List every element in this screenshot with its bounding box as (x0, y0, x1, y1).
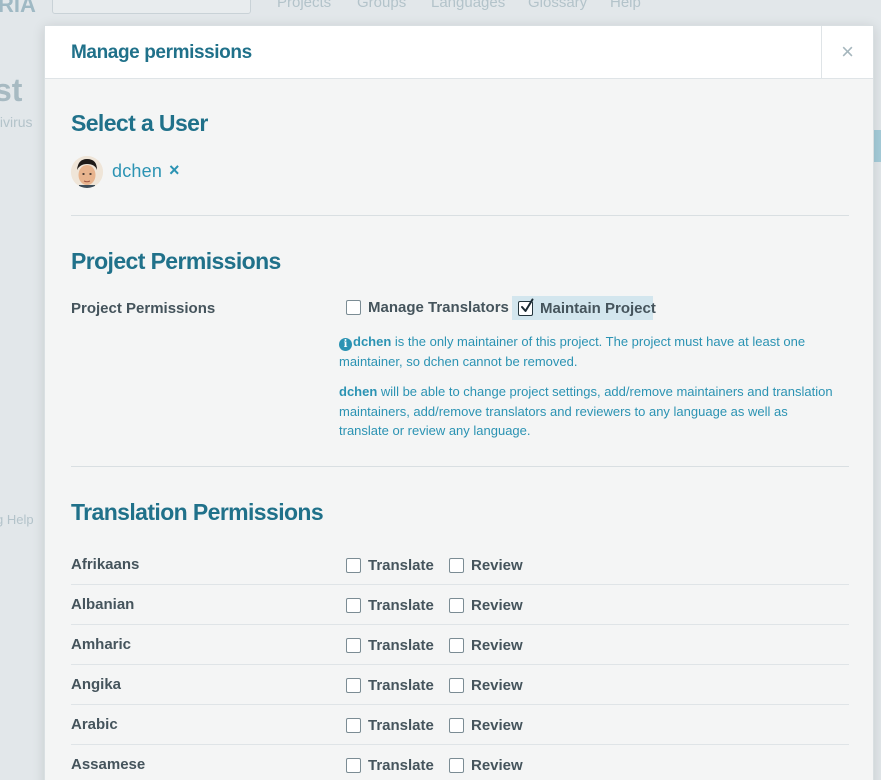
language-name: Afrikaans (71, 556, 140, 573)
background-nav-help: Help (610, 0, 641, 11)
review-checkbox[interactable] (449, 557, 464, 573)
language-row: Arabic Translate Review (71, 705, 849, 745)
only-maintainer-note: i dchen is the only maintainer of this pr… (339, 332, 839, 371)
translate-option[interactable]: Translate (346, 674, 434, 696)
manage-translators-label: Manage Translators (368, 298, 509, 316)
translate-label: Translate (368, 596, 434, 614)
language-row: Albanian Translate Review (71, 585, 849, 625)
review-label: Review (471, 556, 523, 574)
background-page-title: st (0, 72, 23, 108)
review-checkbox[interactable] (449, 597, 464, 613)
translate-checkbox[interactable] (346, 677, 361, 693)
background-search-input (52, 0, 251, 14)
background-nav-languages: Languages (431, 0, 506, 11)
language-row: Angika Translate Review (71, 665, 849, 705)
background-page-subtitle: tivirus (0, 114, 33, 130)
translate-checkbox[interactable] (346, 637, 361, 653)
language-name: Albanian (71, 596, 135, 613)
review-option[interactable]: Review (449, 754, 523, 776)
background-nav-projects: Projects (277, 0, 332, 11)
translate-label: Translate (368, 636, 434, 654)
language-row: Afrikaans Translate Review (71, 545, 849, 585)
note-user-name: dchen (353, 334, 392, 349)
language-name: Assamese (71, 756, 146, 773)
review-option[interactable]: Review (449, 634, 523, 656)
manage-translators-option[interactable]: Manage Translators (346, 296, 509, 318)
divider (71, 466, 849, 467)
manage-translators-checkbox[interactable] (346, 299, 361, 315)
translate-checkbox[interactable] (346, 557, 361, 573)
review-checkbox[interactable] (449, 677, 464, 693)
close-icon[interactable]: × (821, 26, 873, 78)
review-option[interactable]: Review (449, 594, 523, 616)
review-option[interactable]: Review (449, 674, 523, 696)
translate-checkbox[interactable] (346, 597, 361, 613)
background-accent-bar (874, 130, 881, 162)
review-label: Review (471, 716, 523, 734)
translate-option[interactable]: Translate (346, 634, 434, 656)
language-name: Angika (71, 676, 122, 693)
translate-option[interactable]: Translate (346, 594, 434, 616)
user-name[interactable]: dchen (112, 161, 162, 182)
background-logo: RIA (0, 0, 36, 17)
background-footer-text: g Help (0, 512, 34, 527)
maintain-project-option[interactable]: Maintain Project (512, 296, 656, 320)
language-row: Assamese Translate Review (71, 745, 849, 780)
project-permissions-heading: Project Permissions (71, 248, 281, 274)
review-checkbox[interactable] (449, 757, 464, 773)
translate-option[interactable]: Translate (346, 554, 434, 576)
translate-checkbox[interactable] (346, 717, 361, 733)
translate-label: Translate (368, 556, 434, 574)
translation-permissions-heading: Translation Permissions (71, 499, 324, 525)
review-label: Review (471, 596, 523, 614)
translate-label: Translate (368, 676, 434, 694)
background-nav-groups: Groups (357, 0, 407, 11)
divider (71, 215, 849, 216)
translate-label: Translate (368, 756, 434, 774)
review-label: Review (471, 676, 523, 694)
note-text: will be able to change project settings,… (339, 384, 833, 438)
translate-option[interactable]: Translate (346, 714, 434, 736)
review-option[interactable]: Review (449, 554, 523, 576)
background-nav-glossary: Glossary (528, 0, 588, 11)
modal-title: Manage permissions (71, 42, 252, 63)
maintainer-capabilities-note: dchen will be able to change project set… (339, 382, 839, 441)
review-label: Review (471, 636, 523, 654)
language-name: Amharic (71, 636, 132, 653)
remove-user-icon[interactable]: × (169, 160, 180, 181)
manage-permissions-modal: Manage permissions × Select a User dchen… (44, 25, 874, 780)
review-label: Review (471, 756, 523, 774)
info-icon: i (339, 338, 352, 351)
user-avatar (71, 156, 103, 188)
select-user-heading: Select a User (71, 110, 208, 136)
background-navbar: RIA Projects Groups Languages Glossary H… (0, 0, 881, 20)
modal-header: Manage permissions × (45, 26, 873, 79)
project-permissions-label: Project Permissions (71, 300, 216, 317)
translate-option[interactable]: Translate (346, 754, 434, 776)
language-name: Arabic (71, 716, 118, 733)
translate-checkbox[interactable] (346, 757, 361, 773)
note-text: is the only maintainer of this project. … (339, 334, 806, 369)
review-checkbox[interactable] (449, 717, 464, 733)
review-checkbox[interactable] (449, 637, 464, 653)
review-option[interactable]: Review (449, 714, 523, 736)
maintain-project-label: Maintain Project (540, 299, 656, 317)
check-icon (521, 298, 534, 312)
note-user-name: dchen (339, 384, 378, 399)
translate-label: Translate (368, 716, 434, 734)
maintain-project-checkbox[interactable] (518, 298, 534, 316)
language-row: Amharic Translate Review (71, 625, 849, 665)
